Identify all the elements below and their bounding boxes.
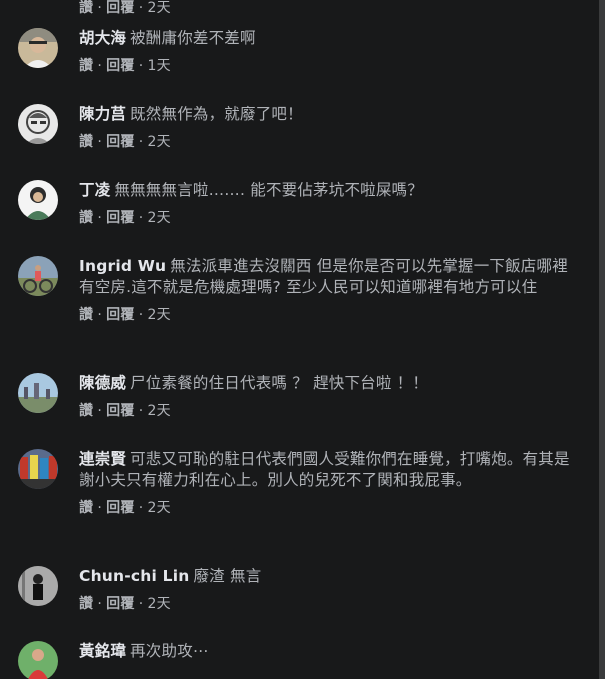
reply-button[interactable]: 回覆	[106, 58, 135, 74]
comment-message: 既然無作為，就廢了吧！	[130, 105, 303, 123]
comment-message: 再次助攻⋯	[130, 642, 209, 660]
like-button[interactable]: 讚	[79, 403, 93, 419]
avatar[interactable]	[18, 180, 58, 220]
comment-text: 陳力莒 既然無作為，就廢了吧！	[79, 104, 579, 125]
reply-button[interactable]: 回覆	[106, 307, 135, 323]
reply-button[interactable]: 回覆	[106, 403, 135, 419]
avatar[interactable]	[18, 566, 58, 606]
comment-timestamp[interactable]: 2天	[147, 134, 171, 150]
comment-author[interactable]: 黃銘瑋	[79, 642, 126, 660]
comment-author[interactable]: 丁凌	[79, 181, 110, 199]
comment-timestamp[interactable]: 2天	[147, 500, 171, 516]
reply-button[interactable]: 回覆	[106, 0, 135, 16]
reply-button[interactable]: 回覆	[106, 596, 135, 612]
comment-timestamp[interactable]: 2天	[147, 307, 171, 323]
comment-text: Ingrid Wu 無法派車進去沒關西 但是你是否可以先掌握一下飯店哪裡有空房.這…	[79, 256, 579, 298]
comment-message: 尸位素餐的住日代表嗎 ？ 趕快下台啦 ！！	[130, 374, 429, 392]
comment-timestamp[interactable]: 2天	[147, 596, 171, 612]
comment-timestamp[interactable]: 2天	[147, 403, 171, 419]
comment-author[interactable]: 連崇賢	[79, 450, 126, 468]
comment-actions: 讚 · 回覆 · 2天	[79, 307, 171, 323]
like-button[interactable]: 讚	[79, 0, 93, 16]
comment-actions: 讚 · 回覆 · 2天	[79, 403, 171, 419]
comment-author[interactable]: 陳德威	[79, 374, 126, 392]
comment-actions: 讚 · 回覆 · 2天	[79, 596, 171, 612]
like-button[interactable]: 讚	[79, 500, 93, 516]
comment-message: 無無無無言啦……. 能不要佔茅坑不啦屎嗎？	[114, 181, 423, 199]
like-button[interactable]: 讚	[79, 307, 93, 323]
scrollbar[interactable]	[599, 0, 605, 679]
comment-text: 黃銘瑋 再次助攻⋯	[79, 641, 579, 662]
comment-timestamp[interactable]: 2天	[147, 0, 171, 16]
comment-message: 被酬庸你差不差啊	[130, 29, 256, 47]
comment-message: 可悲又可恥的駐日代表們國人受難你們在睡覺，打嘴炮。有其是謝小夫只有權力利在心上。…	[79, 450, 570, 489]
comment-timestamp[interactable]: 2天	[147, 210, 171, 226]
avatar[interactable]	[18, 373, 58, 413]
comment-author[interactable]: Ingrid Wu	[79, 257, 166, 275]
comment-text: 胡大海 被酬庸你差不差啊	[79, 28, 579, 49]
comment-text: 陳德威 尸位素餐的住日代表嗎 ？ 趕快下台啦 ！！	[79, 373, 579, 394]
avatar[interactable]	[18, 28, 58, 68]
avatar[interactable]	[18, 641, 58, 679]
comment-actions: 讚 · 回覆 · 2天	[79, 134, 171, 150]
comment-actions-partial: 讚 · 回覆 · 2天	[79, 0, 171, 16]
comment-text: 丁凌 無無無無言啦……. 能不要佔茅坑不啦屎嗎？	[79, 180, 579, 201]
avatar[interactable]	[18, 256, 58, 296]
reply-button[interactable]: 回覆	[106, 210, 135, 226]
comment-feed: 讚 · 回覆 · 2天 胡大海 被酬庸你差不差啊 讚 · 回覆 · 1天 陳力莒…	[0, 0, 605, 679]
comment-timestamp[interactable]: 1天	[147, 58, 171, 74]
comment-text: Chun-chi Lin 廢渣 無言	[79, 566, 579, 587]
like-button[interactable]: 讚	[79, 210, 93, 226]
comment-actions: 讚 · 回覆 · 2天	[79, 210, 171, 226]
avatar[interactable]	[18, 104, 58, 144]
like-button[interactable]: 讚	[79, 58, 93, 74]
comment-actions: 讚 · 回覆 · 1天	[79, 58, 171, 74]
comment-text: 連崇賢 可悲又可恥的駐日代表們國人受難你們在睡覺，打嘴炮。有其是謝小夫只有權力利在…	[79, 449, 579, 491]
reply-button[interactable]: 回覆	[106, 500, 135, 516]
comment-author[interactable]: Chun-chi Lin	[79, 567, 189, 585]
like-button[interactable]: 讚	[79, 134, 93, 150]
avatar[interactable]	[18, 449, 58, 489]
comment-actions: 讚 · 回覆 · 2天	[79, 500, 171, 516]
comment-author[interactable]: 陳力莒	[79, 105, 126, 123]
comment-author[interactable]: 胡大海	[79, 29, 126, 47]
comment-message: 廢渣 無言	[193, 567, 262, 585]
like-button[interactable]: 讚	[79, 596, 93, 612]
reply-button[interactable]: 回覆	[106, 134, 135, 150]
